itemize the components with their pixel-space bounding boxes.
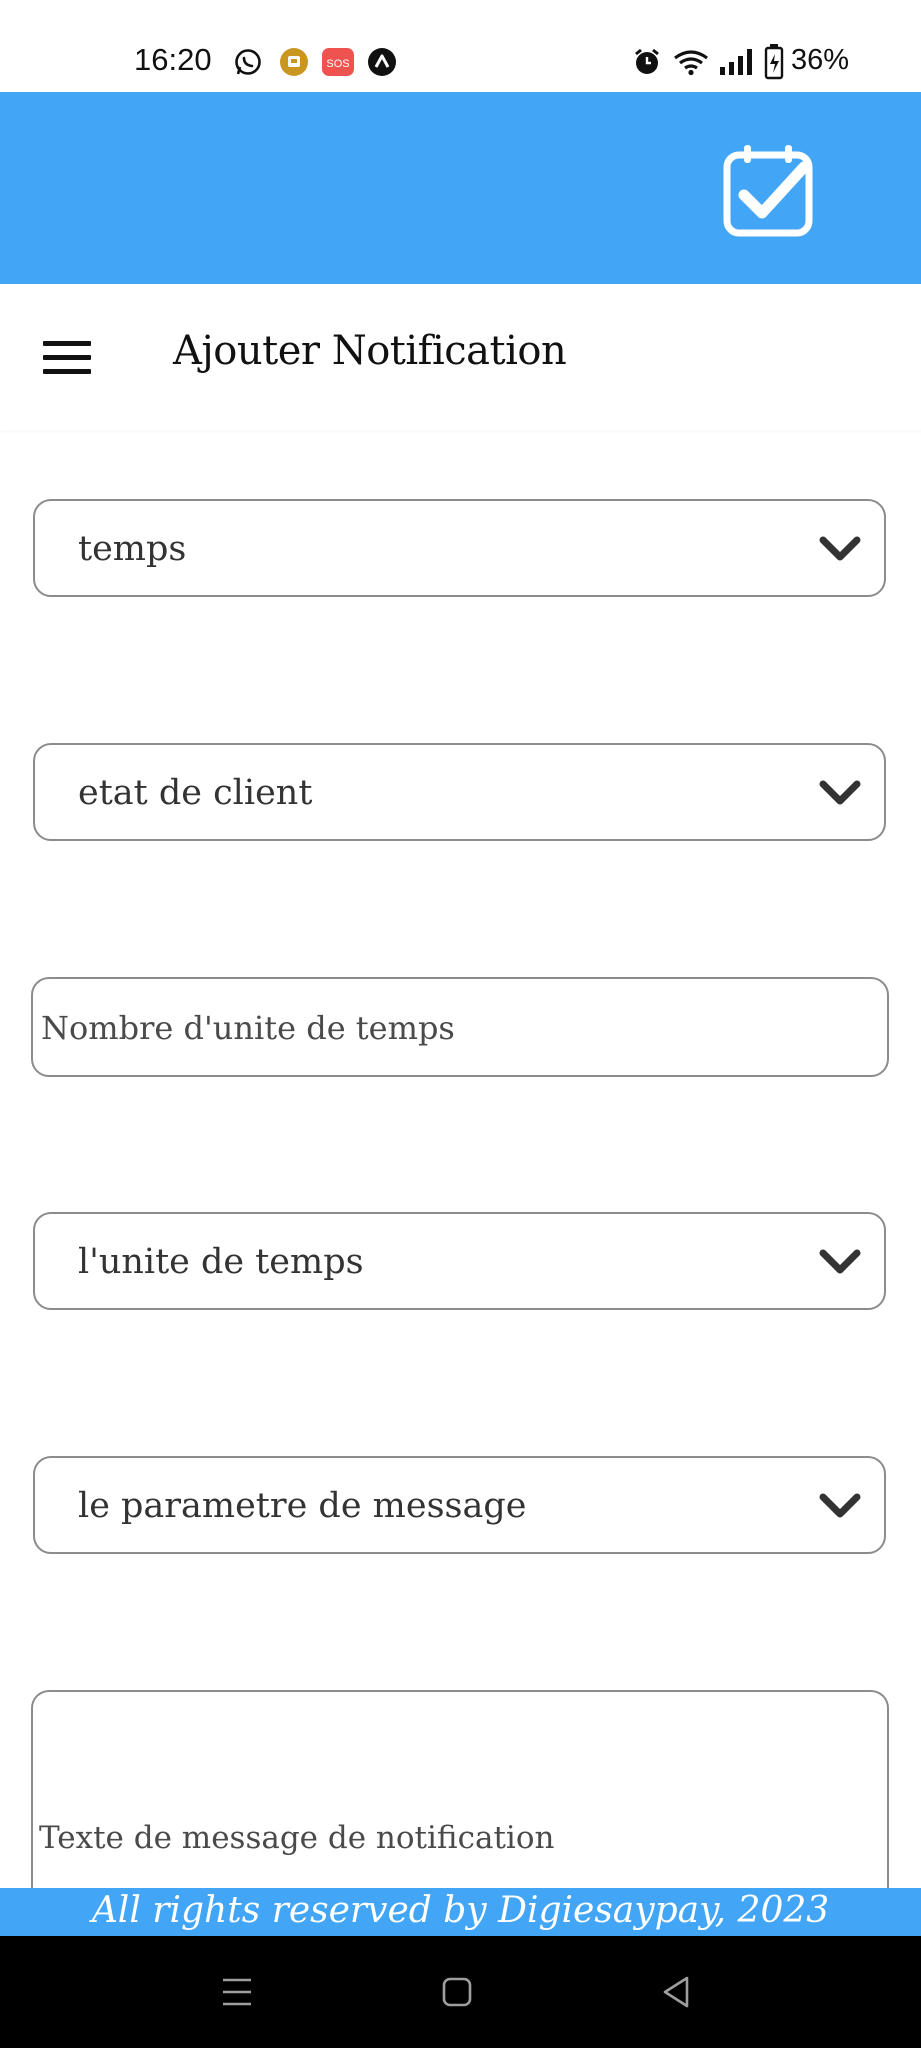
footer: All rights reserved by Digiesaypay, 2023 (0, 1888, 921, 1936)
status-time: 16:20 (134, 42, 212, 77)
calendar-check-icon (723, 145, 813, 237)
app-icon (280, 48, 308, 76)
alarm-icon (635, 48, 659, 74)
temps-select[interactable]: temps (33, 499, 886, 597)
parametre-message-select[interactable]: le parametre de message (33, 1456, 886, 1554)
signal-icon (720, 49, 752, 75)
recent-apps-icon[interactable] (217, 1972, 257, 2012)
texte-message-textarea[interactable]: Texte de message de notification (31, 1690, 889, 1900)
svg-text:SOS: SOS (326, 58, 349, 70)
temps-select-label: temps (78, 529, 187, 569)
nombre-unite-input[interactable]: Nombre d'unite de temps (31, 977, 889, 1077)
chevron-down-icon (819, 1249, 861, 1274)
texte-message-placeholder: Texte de message de notification (39, 1820, 555, 1856)
chevron-down-icon (819, 780, 861, 805)
parametre-message-select-label: le parametre de message (78, 1486, 527, 1526)
wifi-icon (674, 50, 708, 76)
sos-icon: SOS (322, 48, 354, 76)
page-title: Ajouter Notification (173, 328, 567, 374)
battery-level: 36% (790, 44, 849, 76)
arc-icon (368, 48, 396, 76)
etat-client-select[interactable]: etat de client (33, 743, 886, 841)
home-icon[interactable] (437, 1972, 477, 2012)
status-bar: 16:20 SOS 36% (0, 0, 921, 92)
chevron-down-icon (819, 1493, 861, 1518)
nombre-unite-placeholder: Nombre d'unite de temps (41, 1009, 455, 1047)
unite-temps-select-label: l'unite de temps (78, 1242, 364, 1282)
whatsapp-icon (235, 49, 261, 75)
unite-temps-select[interactable]: l'unite de temps (33, 1212, 886, 1310)
footer-text: All rights reserved by Digiesaypay, 2023 (91, 1890, 830, 1931)
system-nav-bar (0, 1936, 921, 2048)
menu-icon[interactable] (43, 341, 91, 375)
chevron-down-icon (819, 536, 861, 561)
battery-icon (764, 44, 784, 80)
back-icon[interactable] (657, 1972, 697, 2012)
etat-client-select-label: etat de client (78, 773, 313, 813)
